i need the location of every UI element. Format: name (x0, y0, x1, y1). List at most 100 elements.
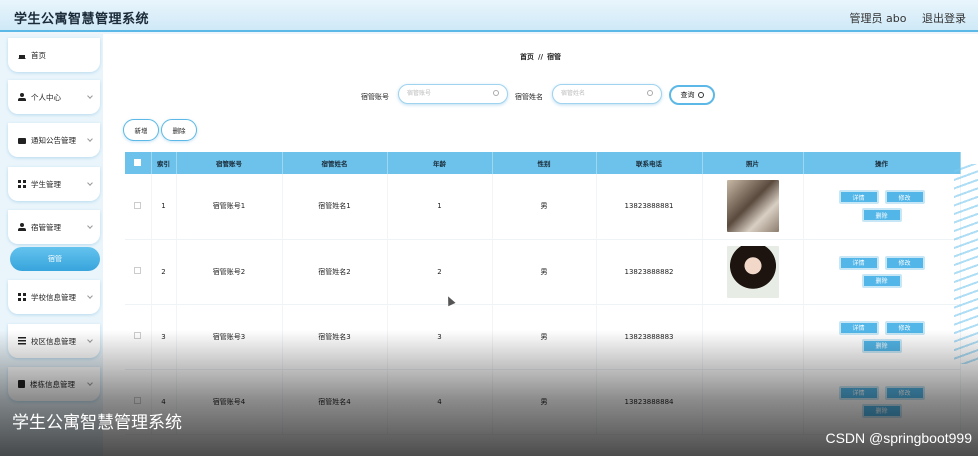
edit-button[interactable]: 修改 (884, 385, 925, 400)
select-all-cell[interactable] (125, 152, 152, 174)
row-checkbox[interactable] (134, 397, 142, 404)
current-user: 管理员 abo (849, 12, 907, 25)
breadcrumb-home[interactable]: 首页 (520, 53, 534, 61)
sidebar-item-students[interactable]: 学生管理 (8, 167, 100, 201)
sidebar-item-dorm-admin[interactable]: 宿管管理 (8, 210, 100, 244)
select-all-checkbox[interactable] (134, 158, 142, 166)
edit-button[interactable]: 修改 (884, 190, 925, 205)
delete-button[interactable]: 删除 (861, 273, 902, 288)
photo-thumbnail[interactable] (726, 180, 779, 233)
chevron-down-icon (87, 180, 93, 186)
detail-button[interactable]: 详情 (838, 190, 879, 205)
user-area: 管理员 abo 退出登录 (838, 10, 966, 26)
column-header: 照片 (702, 152, 804, 174)
photo-thumbnail[interactable] (726, 245, 779, 298)
sidebar-item-label: 通知公告管理 (31, 135, 76, 145)
dorm-admin-table: 索引 宿管账号 宿管姓名 年龄 性别 联系电话 照片 操作 1 宿管账号1 宿管… (125, 152, 961, 435)
detail-button[interactable]: 详情 (838, 385, 879, 400)
query-button[interactable]: 查询 (669, 85, 715, 105)
column-header: 联系电话 (596, 152, 703, 174)
column-header: 年龄 (387, 152, 493, 174)
user-icon (18, 93, 26, 101)
cell-name: 宿管姓名4 (282, 369, 388, 435)
overlay-title: 学生公寓智慧管理系统 (12, 413, 182, 433)
table-row: 1 宿管账号1 宿管姓名1 1 男 13823888881 详情 修改 删除 (125, 174, 961, 240)
sidebar-item-label: 校区信息管理 (31, 336, 76, 346)
cell-gender: 男 (492, 304, 597, 370)
sidebar-item-personal[interactable]: 个人中心 (8, 80, 100, 114)
main-content: 首页//宿管 宿管账号 宿管账号 宿管姓名 宿管姓名 查询 新增 删除 索引 宿… (103, 34, 978, 456)
sidebar-item-label: 学校信息管理 (31, 292, 76, 302)
search-icon (647, 90, 653, 96)
cell-phone: 13823888884 (596, 369, 703, 435)
book-icon (18, 380, 25, 388)
cell-index: 3 (151, 304, 177, 370)
sidebar-item-home[interactable]: 首页 (8, 38, 100, 72)
app-title: 学生公寓智慧管理系统 (14, 12, 150, 27)
delete-button[interactable]: 删除 (861, 403, 902, 418)
decorative-stripes (954, 164, 978, 364)
cell-gender: 男 (492, 369, 597, 435)
sidebar-item-label: 个人中心 (31, 92, 61, 102)
watermark: CSDN @springboot999 (825, 430, 972, 446)
cell-gender: 男 (492, 174, 597, 240)
detail-button[interactable]: 详情 (838, 255, 879, 270)
cell-ops: 详情 修改 删除 (803, 304, 961, 370)
detail-button[interactable]: 详情 (838, 320, 879, 335)
account-search-input[interactable]: 宿管账号 (398, 84, 508, 104)
cell-photo-empty (702, 304, 804, 370)
logout-link[interactable]: 退出登录 (922, 12, 966, 25)
user-icon (18, 223, 26, 231)
table-row: 4 宿管账号4 宿管姓名4 4 男 13823888884 详情 修改 删除 (125, 369, 961, 435)
batch-delete-button[interactable]: 删除 (161, 119, 197, 141)
delete-button[interactable]: 删除 (861, 208, 902, 223)
sidebar-item-label: 楼栋信息管理 (30, 379, 75, 389)
cell-age: 2 (387, 239, 493, 305)
delete-button[interactable]: 删除 (861, 338, 902, 353)
row-checkbox[interactable] (134, 332, 142, 339)
home-icon (18, 51, 26, 59)
sidebar-item-building[interactable]: 楼栋信息管理 (8, 367, 100, 401)
sidebar-item-school[interactable]: 学校信息管理 (8, 280, 100, 314)
edit-button[interactable]: 修改 (884, 320, 925, 335)
table-header-row: 索引 宿管账号 宿管姓名 年龄 性别 联系电话 照片 操作 (125, 152, 961, 174)
cell-index: 2 (151, 239, 177, 305)
message-icon (18, 138, 26, 144)
cell-ops: 详情 修改 删除 (803, 174, 961, 240)
sidebar-item-campus[interactable]: 校区信息管理 (8, 324, 100, 358)
cell-gender: 男 (492, 239, 597, 305)
breadcrumb: 首页//宿管 (103, 52, 978, 62)
top-bar: 学生公寓智慧管理系统 管理员 abo 退出登录 (0, 0, 978, 32)
chevron-down-icon (87, 136, 93, 142)
cell-name: 宿管姓名1 (282, 174, 388, 240)
account-search-placeholder: 宿管账号 (407, 90, 432, 97)
account-search-label: 宿管账号 (361, 93, 389, 101)
cell-phone: 13823888882 (596, 239, 703, 305)
name-search-label: 宿管姓名 (515, 93, 543, 101)
sidebar-item-label: 首页 (31, 50, 46, 60)
cell-name: 宿管姓名3 (282, 304, 388, 370)
chevron-down-icon (87, 223, 93, 229)
cell-account: 宿管账号3 (176, 304, 283, 370)
name-search-input[interactable]: 宿管姓名 (552, 84, 662, 104)
cell-account: 宿管账号4 (176, 369, 283, 435)
chevron-down-icon (87, 293, 93, 299)
add-button[interactable]: 新增 (123, 119, 159, 141)
table-row: 3 宿管账号3 宿管姓名3 3 男 13823888883 详情 修改 删除 (125, 304, 961, 370)
sidebar-item-notice[interactable]: 通知公告管理 (8, 123, 100, 157)
name-search-placeholder: 宿管姓名 (561, 90, 586, 97)
row-checkbox[interactable] (134, 201, 142, 209)
cell-age: 1 (387, 174, 493, 240)
query-button-label: 查询 (680, 91, 695, 99)
cell-photo-empty (702, 369, 804, 435)
search-icon (493, 90, 499, 96)
chevron-down-icon (87, 337, 93, 343)
row-checkbox[interactable] (134, 267, 142, 274)
cell-age: 3 (387, 304, 493, 370)
table-row: 2 宿管账号2 宿管姓名2 2 男 13823888882 详情 修改 删除 (125, 239, 961, 305)
sidebar-subitem-dorm-admin[interactable]: 宿管 (10, 247, 100, 271)
edit-button[interactable]: 修改 (884, 255, 925, 270)
column-header: 索引 (151, 152, 177, 174)
cell-index: 1 (151, 174, 177, 240)
sidebar: 首页 个人中心 通知公告管理 学生管理 宿管管理 宿管 学校信息管理 校区信息管… (0, 34, 103, 456)
